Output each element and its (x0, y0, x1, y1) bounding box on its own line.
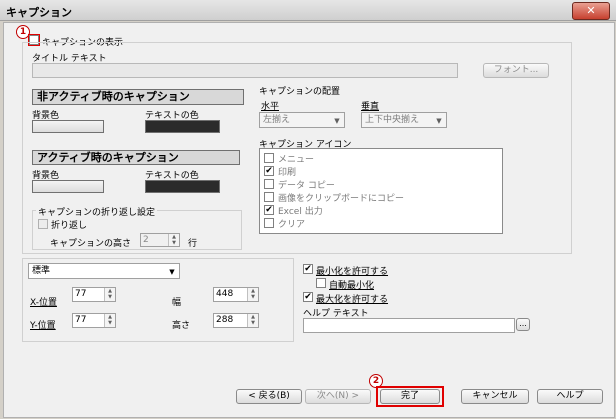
next-button[interactable]: 次へ(N) > (305, 389, 371, 404)
auto-minimize-label: 自動最小化 (329, 281, 375, 291)
vertical-value: 上下中央揃え (365, 115, 420, 125)
x-position-spinner[interactable]: 77 ▲ ▼ (72, 287, 116, 302)
caption-height-unit: 行 (188, 239, 198, 249)
icon-item-checkbox[interactable] (264, 153, 274, 163)
inactive-text-color-swatch[interactable] (145, 120, 220, 133)
horizontal-value: 左揃え (263, 115, 291, 125)
y-position-label: Y-位置 (30, 321, 56, 331)
wrap-checkbox[interactable] (38, 219, 48, 229)
chevron-down-icon: ▼ (169, 268, 175, 276)
height-label: 高さ (172, 321, 191, 331)
inactive-caption-header: 非アクティブ時のキャプション (32, 89, 244, 105)
icon-item-checkbox[interactable] (264, 192, 274, 202)
icon-item-label: Excel 出力 (278, 207, 323, 217)
caption-height-label: キャプションの高さ (50, 239, 132, 249)
allow-minimize-label: 最小化を許可する (316, 267, 389, 277)
y-position-spinner[interactable]: 77 ▲ ▼ (72, 313, 116, 328)
x-position-value: 77 (75, 289, 87, 299)
auto-minimize-checkbox[interactable] (316, 278, 326, 288)
window-title: キャプション (6, 6, 72, 19)
icon-item-label: 印刷 (278, 168, 297, 178)
chevron-down-icon: ▼ (436, 117, 442, 125)
spinner-arrows-icon[interactable]: ▲ ▼ (104, 288, 115, 301)
close-button[interactable]: ✕ (572, 2, 610, 20)
back-button[interactable]: < 戻る(B) (236, 389, 302, 404)
horizontal-label: 水平 (261, 102, 280, 112)
position-mode-value: 標準 (32, 266, 51, 276)
allow-maximize-label: 最大化を許可する (316, 295, 389, 305)
help-text-input[interactable] (303, 318, 515, 333)
width-label: 幅 (172, 298, 182, 308)
position-mode-select[interactable]: 標準 ▼ (28, 263, 180, 279)
spinner-arrows-icon[interactable]: ▲ ▼ (247, 288, 258, 301)
icon-item-label: クリア (278, 220, 306, 230)
height-spinner[interactable]: 288 ▲ ▼ (213, 313, 259, 328)
active-bg-color-swatch[interactable] (32, 180, 104, 193)
icon-item-label: メニュー (278, 155, 315, 165)
wrap-settings-label: キャプションの折り返し設定 (36, 205, 158, 218)
wrap-label: 折り返し (51, 221, 88, 231)
help-button[interactable]: ヘルプ (537, 389, 603, 404)
placement-group-label: キャプションの配置 (259, 87, 341, 97)
allow-minimize-checkbox[interactable]: ✔ (303, 264, 313, 274)
spinner-arrows-icon[interactable]: ▲ ▼ (104, 314, 115, 327)
allow-maximize-checkbox[interactable]: ✔ (303, 292, 313, 302)
cancel-button[interactable]: キャンセル (461, 389, 529, 404)
icon-item-label: 画像をクリップボードにコピー (278, 194, 405, 204)
help-text-browse-button[interactable]: ... (516, 318, 530, 331)
spinner-arrows-icon[interactable]: ▲ ▼ (168, 234, 179, 246)
icon-item-label: データ コピー (278, 181, 335, 191)
icon-item-checkbox[interactable]: ✔ (264, 205, 274, 215)
icon-item-checkbox[interactable] (264, 218, 274, 228)
active-caption-header: アクティブ時のキャプション (32, 150, 240, 165)
horizontal-select[interactable]: 左揃え ▼ (259, 112, 345, 128)
width-value: 448 (216, 289, 234, 299)
y-position-value: 77 (75, 315, 87, 325)
height-value: 288 (216, 315, 234, 325)
active-text-color-swatch[interactable] (145, 180, 220, 193)
vertical-label: 垂直 (361, 102, 380, 112)
inactive-bg-color-swatch[interactable] (32, 120, 104, 133)
caption-height-spinner[interactable]: 2 ▲ ▼ (140, 233, 180, 247)
caption-height-value: 2 (143, 235, 149, 245)
icon-item-checkbox[interactable] (264, 179, 274, 189)
icon-item-checkbox[interactable]: ✔ (264, 166, 274, 176)
x-position-label: X-位置 (30, 298, 57, 308)
title-text-input[interactable] (32, 63, 458, 78)
vertical-select[interactable]: 上下中央揃え ▼ (361, 112, 447, 128)
chevron-down-icon: ▼ (334, 117, 340, 125)
finish-button[interactable]: 完了 (380, 389, 440, 404)
width-spinner[interactable]: 448 ▲ ▼ (213, 287, 259, 302)
caption-icons-list[interactable]: メニュー ✔ 印刷 データ コピー 画像をクリップボードにコピー ✔ Excel 出… (259, 148, 503, 234)
title-bar: キャプション ✕ (0, 0, 616, 21)
spinner-arrows-icon[interactable]: ▲ ▼ (247, 314, 258, 327)
font-button[interactable]: フォント... (483, 63, 549, 78)
